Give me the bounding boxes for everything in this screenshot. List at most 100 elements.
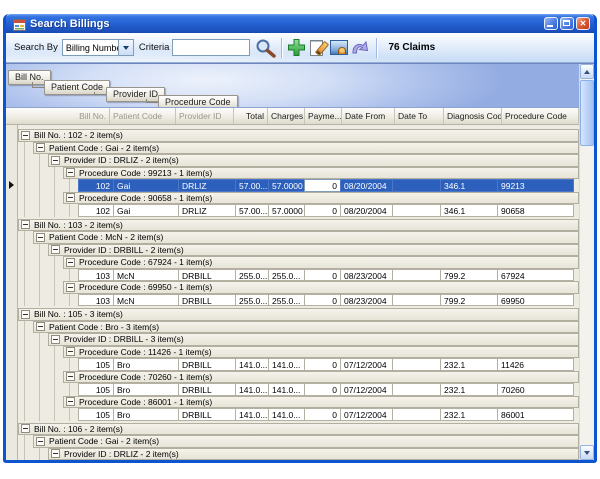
cell-payme-[interactable]: 0 xyxy=(304,408,341,421)
cell-total[interactable]: 141.0... xyxy=(235,358,269,371)
cell-date-from[interactable]: 08/23/2004 xyxy=(340,269,393,282)
group-row[interactable]: Procedure Code : 67924 - 1 item(s) xyxy=(63,256,579,269)
cell-total[interactable]: 255.0... xyxy=(235,294,269,307)
cell-procedure-code[interactable]: 90658 xyxy=(497,204,574,217)
cell-diagnosis-code[interactable]: 346.1 xyxy=(440,204,498,217)
cell-procedure-code[interactable]: 70260 xyxy=(497,383,574,396)
scroll-up-button[interactable] xyxy=(580,64,594,79)
cell-provider-id[interactable]: DRBILL xyxy=(178,358,236,371)
cell-diagnosis-code[interactable]: 232.1 xyxy=(440,358,498,371)
cell-payme-[interactable]: 0 xyxy=(304,383,341,396)
scrollbar-thumb[interactable] xyxy=(580,80,594,146)
cell-date-to[interactable] xyxy=(392,383,441,396)
cell-patient-code[interactable]: Bro xyxy=(113,358,179,371)
cell-date-to[interactable] xyxy=(392,269,441,282)
collapse-icon[interactable] xyxy=(51,335,60,344)
cell-charges[interactable]: 57.0000 xyxy=(268,204,305,217)
group-row[interactable]: Provider ID : DRBILL - 3 item(s) xyxy=(48,333,579,346)
cell-charges[interactable]: 141.0... xyxy=(268,358,305,371)
add-icon[interactable] xyxy=(287,38,306,57)
group-row[interactable]: Provider ID : DRBILL - 2 item(s) xyxy=(48,244,579,257)
vertical-scrollbar[interactable] xyxy=(579,64,594,460)
search-icon[interactable] xyxy=(255,38,277,58)
group-row[interactable]: Procedure Code : 86001 - 1 item(s) xyxy=(63,396,579,409)
collapse-icon[interactable] xyxy=(66,258,75,267)
collapse-icon[interactable] xyxy=(66,347,75,356)
cell-procedure-code[interactable]: 11426 xyxy=(497,358,574,371)
column-header-date-to[interactable]: Date To xyxy=(395,108,444,124)
cell-date-to[interactable] xyxy=(392,179,441,192)
cell-bill-no-[interactable]: 103 xyxy=(78,269,114,282)
cell-total[interactable]: 141.0... xyxy=(235,408,269,421)
column-header-diagnosis-code[interactable]: Diagnosis Code xyxy=(444,108,502,124)
collapse-icon[interactable] xyxy=(51,156,60,165)
collapse-icon[interactable] xyxy=(51,449,60,458)
cell-diagnosis-code[interactable]: 346.1 xyxy=(440,179,498,192)
cell-provider-id[interactable]: DRLIZ xyxy=(178,179,236,192)
cell-charges[interactable]: 57.0000 xyxy=(268,179,305,192)
collapse-icon[interactable] xyxy=(21,310,30,319)
scroll-down-button[interactable] xyxy=(580,445,594,460)
cell-payme-[interactable]: 0 xyxy=(304,204,341,217)
cell-payme-[interactable]: 0 xyxy=(304,179,341,192)
cell-provider-id[interactable]: DRBILL xyxy=(178,294,236,307)
cell-provider-id[interactable]: DRBILL xyxy=(178,408,236,421)
table-row[interactable]: 105BroDRBILL141.0...141.0...007/12/20042… xyxy=(78,383,579,396)
collapse-icon[interactable] xyxy=(36,233,45,242)
table-row[interactable]: 103McNDRBILL255.0...255.0...008/23/20047… xyxy=(78,269,579,282)
group-row[interactable]: Procedure Code : 69950 - 1 item(s) xyxy=(63,281,579,294)
cell-diagnosis-code[interactable]: 799.2 xyxy=(440,294,498,307)
column-header-procedure-code[interactable]: Procedure Code xyxy=(502,108,579,124)
cell-bill-no-[interactable]: 105 xyxy=(78,358,114,371)
cell-provider-id[interactable]: DRBILL xyxy=(178,383,236,396)
cell-date-to[interactable] xyxy=(392,408,441,421)
cell-payme-[interactable]: 0 xyxy=(304,358,341,371)
table-row-selected[interactable]: 102GaiDRLIZ57.00...57.0000008/20/2004346… xyxy=(78,179,579,192)
group-row[interactable]: Bill No. : 105 - 3 item(s) xyxy=(18,308,579,321)
table-row[interactable]: 105BroDRBILL141.0...141.0...007/12/20042… xyxy=(78,358,579,371)
cell-diagnosis-code[interactable]: 232.1 xyxy=(440,408,498,421)
cell-patient-code[interactable]: Bro xyxy=(113,408,179,421)
cell-diagnosis-code[interactable]: 232.1 xyxy=(440,383,498,396)
maximize-button[interactable] xyxy=(560,17,574,30)
group-row[interactable]: Patient Code : McN - 2 item(s) xyxy=(33,231,579,244)
collapse-icon[interactable] xyxy=(51,245,60,254)
close-button[interactable] xyxy=(576,17,590,30)
cell-date-to[interactable] xyxy=(392,204,441,217)
table-row[interactable]: 103McNDRBILL255.0...255.0...008/23/20047… xyxy=(78,294,579,307)
cell-charges[interactable]: 255.0... xyxy=(268,269,305,282)
cell-procedure-code[interactable]: 99213 xyxy=(497,179,574,192)
cell-diagnosis-code[interactable]: 799.2 xyxy=(440,269,498,282)
cell-total[interactable]: 255.0... xyxy=(235,269,269,282)
collapse-icon[interactable] xyxy=(21,220,30,229)
group-row[interactable]: Procedure Code : 90658 - 1 item(s) xyxy=(63,192,579,205)
search-by-select[interactable]: Billing Number xyxy=(62,39,134,56)
collapse-icon[interactable] xyxy=(21,131,30,140)
column-header-bill-no-[interactable]: Bill No. xyxy=(6,108,110,124)
chevron-down-icon[interactable] xyxy=(118,40,133,55)
cell-procedure-code[interactable]: 69950 xyxy=(497,294,574,307)
group-row[interactable]: Procedure Code : 11426 - 1 item(s) xyxy=(63,346,579,359)
minimize-button[interactable] xyxy=(544,17,558,30)
title-bar[interactable]: Search Billings xyxy=(6,14,594,33)
cell-total[interactable]: 141.0... xyxy=(235,383,269,396)
collapse-icon[interactable] xyxy=(36,322,45,331)
cell-bill-no-[interactable]: 105 xyxy=(78,408,114,421)
cell-patient-code[interactable]: Gai xyxy=(113,179,179,192)
cell-total[interactable]: 57.00... xyxy=(235,179,269,192)
cell-provider-id[interactable]: DRLIZ xyxy=(178,204,236,217)
group-row[interactable]: Bill No. : 103 - 2 item(s) xyxy=(18,219,579,232)
cell-charges[interactable]: 141.0... xyxy=(268,408,305,421)
cell-bill-no-[interactable]: 102 xyxy=(78,204,114,217)
cell-bill-no-[interactable]: 105 xyxy=(78,383,114,396)
group-row[interactable]: Patient Code : Gai - 2 item(s) xyxy=(33,142,579,155)
group-row[interactable]: Provider ID : DRLIZ - 2 item(s) xyxy=(48,154,579,167)
criteria-input[interactable] xyxy=(172,39,250,56)
cell-date-from[interactable]: 07/12/2004 xyxy=(340,383,393,396)
group-row[interactable]: Procedure Code : 99213 - 1 item(s) xyxy=(63,167,579,180)
column-header-charges[interactable]: Charges xyxy=(268,108,305,124)
report-icon[interactable] xyxy=(330,40,348,55)
collapse-icon[interactable] xyxy=(66,193,75,202)
group-row[interactable]: Provider ID : DRLIZ - 2 item(s) xyxy=(48,448,579,461)
cell-patient-code[interactable]: Bro xyxy=(113,383,179,396)
